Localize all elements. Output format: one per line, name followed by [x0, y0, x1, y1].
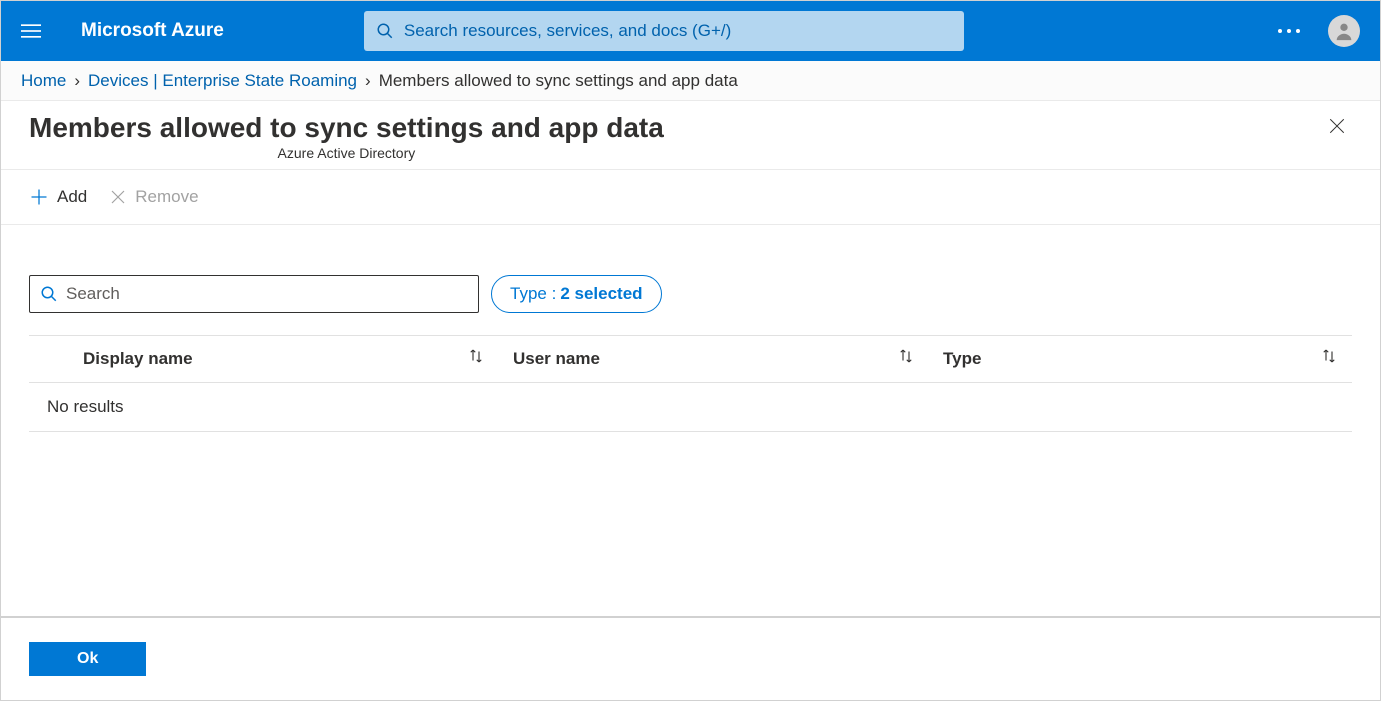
page-subtitle: Azure Active Directory: [29, 145, 664, 161]
plus-icon: [29, 187, 49, 207]
search-icon: [40, 285, 58, 303]
hamburger-icon: [21, 21, 41, 41]
members-table: Display name User name Type No results: [29, 335, 1352, 432]
global-search-input[interactable]: [404, 21, 952, 41]
more-button[interactable]: [1270, 21, 1308, 41]
ok-button[interactable]: Ok: [29, 642, 146, 676]
table-header: Display name User name Type: [29, 335, 1352, 383]
column-user-name[interactable]: User name: [499, 347, 929, 370]
search-icon: [376, 22, 394, 40]
close-button[interactable]: [1322, 111, 1352, 144]
page-header: Members allowed to sync settings and app…: [1, 101, 1380, 170]
breadcrumb: Home › Devices | Enterprise State Roamin…: [1, 61, 1380, 101]
dot-icon: [1287, 29, 1291, 33]
table-body: No results: [29, 383, 1352, 432]
dot-icon: [1296, 29, 1300, 33]
chevron-right-icon: ›: [74, 71, 80, 91]
column-type[interactable]: Type: [929, 347, 1352, 370]
empty-results-text: No results: [47, 397, 1334, 417]
column-display-name[interactable]: Display name: [29, 347, 499, 370]
page-title: Members allowed to sync settings and app…: [29, 111, 664, 145]
x-icon: [109, 188, 127, 206]
command-bar: Add Remove: [1, 170, 1380, 225]
top-bar: Microsoft Azure: [1, 1, 1380, 61]
chevron-right-icon: ›: [365, 71, 371, 91]
close-icon: [1328, 117, 1346, 135]
filter-row: Type : 2 selected: [29, 275, 1352, 313]
content-area: Type : 2 selected Display name User name…: [1, 225, 1380, 432]
remove-button-label: Remove: [135, 187, 198, 207]
remove-button[interactable]: Remove: [109, 187, 198, 207]
account-avatar[interactable]: [1328, 15, 1360, 47]
column-label: Display name: [83, 349, 193, 369]
sort-icon: [467, 347, 485, 370]
brand-label: Microsoft Azure: [81, 20, 224, 42]
breadcrumb-devices[interactable]: Devices | Enterprise State Roaming: [88, 71, 357, 91]
add-button-label: Add: [57, 187, 87, 207]
column-label: User name: [513, 349, 600, 369]
person-icon: [1333, 20, 1355, 42]
add-button[interactable]: Add: [29, 187, 87, 207]
column-label: Type: [943, 349, 981, 369]
member-search[interactable]: [29, 275, 479, 313]
type-filter-label: Type :: [510, 284, 556, 304]
breadcrumb-home[interactable]: Home: [21, 71, 66, 91]
footer-bar: Ok: [1, 616, 1380, 700]
type-filter-pill[interactable]: Type : 2 selected: [491, 275, 662, 313]
sort-icon: [1320, 347, 1338, 370]
global-search[interactable]: [364, 11, 964, 51]
member-search-input[interactable]: [66, 284, 468, 304]
type-filter-value: 2 selected: [560, 284, 642, 304]
breadcrumb-current: Members allowed to sync settings and app…: [379, 71, 738, 91]
dot-icon: [1278, 29, 1282, 33]
menu-toggle-button[interactable]: [11, 11, 51, 51]
sort-icon: [897, 347, 915, 370]
